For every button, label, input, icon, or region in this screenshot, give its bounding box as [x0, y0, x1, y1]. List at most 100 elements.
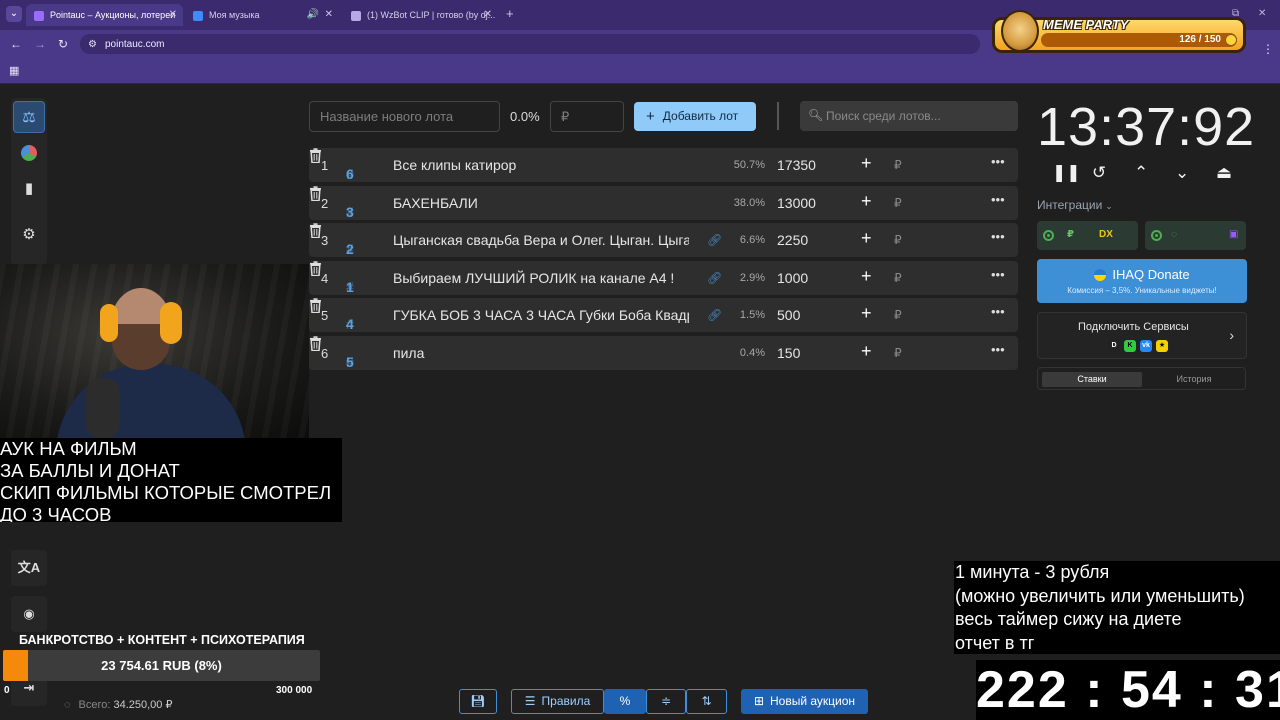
lot-index: 3: [321, 233, 329, 249]
lot-name[interactable]: Все клипы катирор: [393, 157, 689, 173]
lot-id-value: 2: [346, 241, 354, 258]
lot-row[interactable]: 5 #4 ГУБКА БОБ 3 ЧАСА 3 ЧАСА Губки Боба Кв…: [309, 298, 1018, 333]
sort-icon[interactable]: ⇅: [686, 689, 727, 714]
new-tab-icon[interactable]: +: [506, 6, 514, 21]
overlay-line: ЗА БАЛЛЫ И ДОНАТ: [0, 460, 180, 481]
tab-wzbot[interactable]: (1) WzBot CLIP | готово (by dj... ✕: [343, 4, 498, 26]
add-amount-icon[interactable]: +: [861, 191, 872, 212]
save-icon[interactable]: 💾︎: [459, 689, 497, 714]
add-lot-button[interactable]: + Добавить лот: [634, 102, 756, 131]
connect-label: Подключить Сервисы: [1078, 321, 1189, 333]
reset-icon[interactable]: ↺: [1092, 163, 1106, 183]
stats-icon[interactable]: ▮: [13, 173, 45, 205]
ruble-input-icon[interactable]: ₽: [894, 158, 902, 172]
ruble-input-icon[interactable]: ₽: [894, 346, 902, 360]
lot-row[interactable]: 3 #2 Цыганская свадьба Вера и Олег. Цыган.…: [309, 223, 1018, 258]
lot-name[interactable]: БАХЕНБАЛИ: [393, 195, 689, 211]
ruble-input-icon[interactable]: ₽: [894, 271, 902, 285]
connect-services-button[interactable]: Подключить Сервисы D K vk ★ ›: [1037, 312, 1247, 359]
chevron-up-icon[interactable]: ⌃: [1134, 163, 1148, 183]
tab-pointauc[interactable]: Pointauc – Аукционы, лотереи ✕: [26, 4, 183, 26]
auction-gavel-icon[interactable]: ⚖: [13, 101, 45, 133]
tab-history[interactable]: История: [1144, 372, 1244, 387]
more-menu-icon[interactable]: •••: [991, 229, 1005, 244]
new-lot-name-input[interactable]: [309, 101, 500, 132]
speaker-icon[interactable]: 🔊: [307, 4, 319, 26]
lot-amount[interactable]: 17350: [777, 157, 816, 173]
ihaq-donate-banner[interactable]: IHAQ Donate Комиссия – 3,5%. Уникальные …: [1037, 259, 1247, 303]
ruble-icon: ₽: [1067, 229, 1074, 240]
double-up-icon[interactable]: ⏏: [1216, 163, 1232, 183]
percent-toggle-icon[interactable]: %: [604, 689, 646, 714]
more-menu-icon[interactable]: •••: [991, 192, 1005, 207]
more-menu-icon[interactable]: •••: [991, 154, 1005, 169]
add-amount-icon[interactable]: +: [861, 341, 872, 362]
translate-icon[interactable]: 文A: [11, 550, 47, 586]
integrations-label: Интеграции: [1037, 198, 1103, 212]
new-lot-amount-input[interactable]: [550, 101, 624, 132]
integration-card-twitch[interactable]: ◌ ▣: [1145, 221, 1246, 250]
lot-name[interactable]: ГУБКА БОБ 3 ЧАСА 3 ЧАСА Губки Боба Квадр: [393, 307, 689, 323]
lot-amount[interactable]: 500: [777, 307, 800, 323]
new-auction-button[interactable]: ⊞ Новый аукцион: [741, 689, 868, 714]
window-close-icon[interactable]: ✕: [1258, 8, 1266, 19]
add-amount-icon[interactable]: +: [861, 228, 872, 249]
url-box[interactable]: [80, 34, 980, 54]
more-menu-icon[interactable]: •••: [991, 342, 1005, 357]
plus-icon: +: [646, 108, 655, 125]
lot-amount[interactable]: 13000: [777, 195, 816, 211]
search-input[interactable]: [826, 101, 1014, 131]
browser-menu-icon[interactable]: ⋮: [1262, 42, 1274, 56]
reload-icon[interactable]: ↻: [58, 37, 68, 51]
apps-grid-icon[interactable]: ▦: [9, 64, 19, 77]
forward-icon[interactable]: →: [34, 37, 46, 51]
close-icon[interactable]: ✕: [484, 4, 492, 26]
lot-id-value: 4: [346, 316, 354, 333]
add-amount-icon[interactable]: +: [861, 303, 872, 324]
eye-off-icon[interactable]: ◌: [64, 699, 71, 711]
lot-name[interactable]: Выбираем ЛУЧШИЙ РОЛИК на канале A4 !: [393, 270, 689, 286]
wheel-icon[interactable]: [13, 137, 45, 169]
lot-row[interactable]: 6 #5 пила 0.4% 150 + ₽ •••: [309, 335, 1018, 370]
lot-amount[interactable]: 150: [777, 345, 800, 361]
integrations-toggle[interactable]: Интеграции ⌄: [1037, 198, 1113, 212]
lot-row[interactable]: 4 #1 Выбираем ЛУЧШИЙ РОЛИК на канале A4 ! 🔗…: [309, 260, 1018, 295]
more-menu-icon[interactable]: •••: [991, 304, 1005, 319]
ruble-input-icon[interactable]: ₽: [894, 233, 902, 247]
meme-party-widget: MEME PARTY 126 / 150: [992, 10, 1246, 53]
lot-name[interactable]: пила: [393, 345, 689, 361]
close-icon[interactable]: ✕: [325, 4, 333, 26]
lot-name[interactable]: Цыганская свадьба Вера и Олег. Цыган. Цы…: [393, 232, 689, 248]
meme-title: MEME PARTY: [1043, 17, 1129, 32]
ruble-input-icon[interactable]: ₽: [894, 196, 902, 210]
ruble-input-icon[interactable]: ₽: [894, 308, 902, 322]
lot-amount[interactable]: 2250: [777, 232, 808, 248]
compact-icon[interactable]: ≑: [646, 689, 686, 714]
site-info-icon[interactable]: ⚙: [88, 39, 97, 50]
lot-row[interactable]: 1 #6 Все клипы катирор 50.7% 17350 + ₽ •••: [309, 148, 1018, 182]
more-menu-icon[interactable]: •••: [991, 267, 1005, 282]
pause-icon[interactable]: ❚❚: [1052, 163, 1081, 183]
back-icon[interactable]: ←: [10, 37, 22, 51]
close-icon[interactable]: ✕: [169, 4, 177, 26]
add-amount-icon[interactable]: +: [861, 266, 872, 287]
chevron-down-icon[interactable]: ⌄: [1175, 163, 1189, 183]
stream-overlay-text: АУК НА ФИЛЬМ ЗА БАЛЛЫ И ДОНАТ СКИП ФИЛЬМ…: [0, 438, 342, 522]
add-amount-icon[interactable]: +: [861, 153, 872, 174]
github-icon[interactable]: ◉: [11, 596, 47, 632]
goal-title: БАНКРОТСТВО + КОНТЕНТ + ПСИХОТЕРАПИЯ: [19, 633, 305, 647]
webcam-feed: [0, 264, 309, 438]
rules-button[interactable]: ☰ Правила: [511, 689, 604, 714]
settings-gear-icon[interactable]: ⚙: [13, 219, 45, 251]
new-auction-label: Новый аукцион: [770, 694, 856, 708]
tab-music[interactable]: Моя музыка 🔊 ✕: [185, 4, 339, 26]
da-icon: ★: [1156, 340, 1168, 352]
integration-card-donations[interactable]: ₽ DX: [1037, 221, 1138, 250]
info-line: (можно увеличить или уменьшить): [955, 585, 1245, 606]
tab-search-icon[interactable]: ⌄: [6, 6, 22, 22]
lot-amount[interactable]: 1000: [777, 270, 808, 286]
tab-bids[interactable]: Ставки: [1042, 372, 1142, 387]
url-text[interactable]: pointauc.com: [105, 39, 164, 50]
lot-row[interactable]: 2 #3 БАХЕНБАЛИ 38.0% 13000 + ₽ •••: [309, 185, 1018, 220]
timer-controls: ❚❚ ↺ ⌃ ⌄ ⏏: [1048, 163, 1248, 187]
